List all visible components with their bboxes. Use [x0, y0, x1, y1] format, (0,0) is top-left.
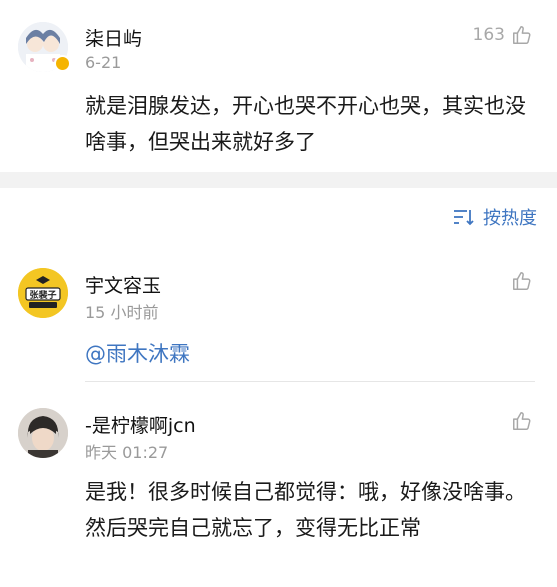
- section-divider: [0, 172, 557, 188]
- comment-time: 昨天 01:27: [85, 443, 169, 462]
- like-button[interactable]: [505, 270, 533, 292]
- comment-time: 6-21: [85, 53, 122, 72]
- like-count: 163: [472, 25, 505, 45]
- comment-text: 就是泪腺发达，开心也哭不开心也哭，其实也没啥事，但哭出来就好多了: [85, 94, 526, 154]
- comment-text: @雨木沐霖: [85, 336, 535, 372]
- thumbs-up-icon: [513, 272, 531, 290]
- user-mention-link[interactable]: @雨木沐霖: [85, 342, 190, 366]
- verified-badge-icon: [54, 55, 71, 72]
- comment-item: -是柠檬啊jcn 昨天 01:27 是我！很多时候自己都觉得：哦，好像没啥事。然…: [0, 390, 557, 587]
- avatar-text: 张裴子: [29, 289, 56, 301]
- comment-item: 柒日屿 6-21 163 就是泪腺发达，开心也哭不开心也哭，其实也没啥事，但哭出…: [0, 0, 557, 172]
- avatar[interactable]: [18, 408, 68, 458]
- avatar[interactable]: 张裴子: [18, 268, 68, 318]
- comment-time: 15 小时前: [85, 303, 159, 322]
- sort-icon: [454, 210, 474, 226]
- thumbs-up-icon: [513, 26, 531, 44]
- username[interactable]: -是柠檬啊jcn: [85, 411, 196, 438]
- comment-divider: [85, 381, 535, 382]
- like-button[interactable]: [505, 410, 533, 432]
- sort-label: 按热度: [483, 208, 537, 229]
- like-button[interactable]: 163: [473, 24, 533, 46]
- comment-text: 是我！很多时候自己都觉得：哦，好像没啥事。然后哭完自己就忘了，变得无比正常: [85, 480, 526, 540]
- username[interactable]: 柒日屿: [85, 24, 142, 51]
- comment-item: 张裴子 宇文容玉 15 小时前 @雨木沐霖: [0, 250, 557, 380]
- sort-button[interactable]: 按热度: [453, 204, 537, 230]
- username[interactable]: 宇文容玉: [85, 271, 161, 298]
- thumbs-up-icon: [513, 412, 531, 430]
